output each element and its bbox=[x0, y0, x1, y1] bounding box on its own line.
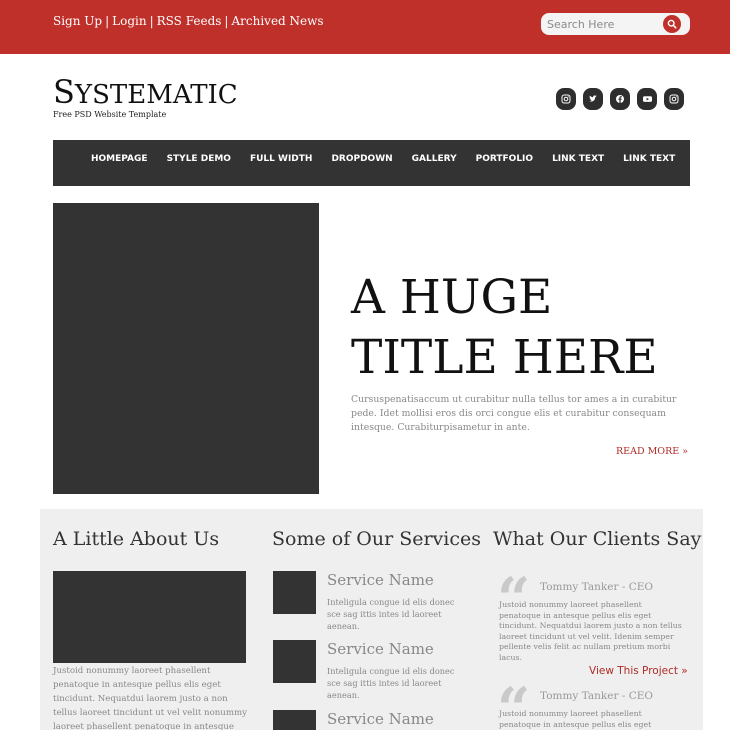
nav-item-dropdown[interactable]: DROPDOWN bbox=[331, 154, 392, 164]
signup-link[interactable]: Sign Up bbox=[53, 14, 102, 28]
search-input[interactable] bbox=[547, 16, 659, 32]
search-button[interactable] bbox=[663, 15, 681, 33]
about-image bbox=[53, 571, 246, 663]
read-more-link[interactable]: READ MORE » bbox=[616, 446, 688, 457]
link-separator: | bbox=[149, 14, 154, 28]
service-thumbnail bbox=[273, 571, 316, 614]
facebook-icon[interactable] bbox=[610, 88, 630, 110]
nav-item-link-text[interactable]: LINK TEXT bbox=[623, 154, 675, 164]
view-project-link[interactable]: View This Project » bbox=[589, 665, 688, 677]
search-icon bbox=[667, 19, 677, 29]
clients-title: What Our Clients Say bbox=[493, 528, 702, 550]
service-thumbnail bbox=[273, 640, 316, 683]
services-title: Some of Our Services bbox=[272, 528, 481, 550]
client-name: Tommy Tanker - CEO bbox=[540, 690, 654, 702]
rss-feeds-link[interactable]: RSS Feeds bbox=[157, 14, 222, 28]
nav-item-portfolio[interactable]: PORTFOLIO bbox=[476, 154, 533, 164]
about-title: A Little About Us bbox=[53, 528, 220, 550]
top-links: Sign Up | Login | RSS Feeds | Archived News bbox=[53, 14, 324, 28]
nav-item-style-demo[interactable]: STYLE DEMO bbox=[167, 154, 231, 164]
service-thumbnail bbox=[273, 710, 316, 730]
instagram-icon[interactable] bbox=[556, 88, 576, 110]
youtube-icon[interactable] bbox=[637, 88, 657, 110]
service-name[interactable]: Service Name bbox=[327, 710, 434, 728]
service-name[interactable]: Service Name bbox=[327, 571, 434, 589]
login-link[interactable]: Login bbox=[112, 14, 146, 28]
client-name: Tommy Tanker - CEO bbox=[540, 581, 654, 593]
nav-list: HOMEPAGE STYLE DEMO FULL WIDTH DROPDOWN … bbox=[91, 154, 694, 164]
hero-image bbox=[53, 203, 319, 494]
hero-title-line: TITLE HERE bbox=[351, 330, 658, 385]
main-nav: HOMEPAGE STYLE DEMO FULL WIDTH DROPDOWN … bbox=[53, 140, 690, 186]
nav-item-gallery[interactable]: GALLERY bbox=[412, 154, 457, 164]
nav-item-full-width[interactable]: FULL WIDTH bbox=[250, 154, 312, 164]
service-description: Inteligula congue id elis donec sce sag … bbox=[327, 666, 455, 700]
archived-news-link[interactable]: Archived News bbox=[231, 14, 323, 28]
hero-title: A HUGE TITLE HERE bbox=[351, 268, 691, 388]
service-description: Inteligula congue id elis donec sce sag … bbox=[327, 597, 455, 631]
nav-item-homepage[interactable]: HOMEPAGE bbox=[91, 154, 148, 164]
social-icons bbox=[556, 88, 684, 110]
service-name[interactable]: Service Name bbox=[327, 640, 434, 658]
twitter-icon[interactable] bbox=[583, 88, 603, 110]
logo-tagline: Free PSD Website Template bbox=[53, 110, 167, 119]
link-separator: | bbox=[105, 14, 110, 28]
hero-title-line: A HUGE bbox=[351, 270, 553, 325]
nav-item-link-text[interactable]: LINK TEXT bbox=[552, 154, 604, 164]
about-text: Justoid nonummy laoreet phasellent penat… bbox=[53, 666, 247, 730]
client-quote: Justoid nonummy laoreet phasellent penat… bbox=[499, 600, 682, 662]
site-logo[interactable]: SYSTEMATIC Free PSD Website Template bbox=[53, 73, 238, 119]
instagram-icon[interactable] bbox=[664, 88, 684, 110]
logo-name: SYSTEMATIC bbox=[53, 73, 238, 111]
top-bar: Sign Up | Login | RSS Feeds | Archived News bbox=[0, 0, 730, 54]
link-separator: | bbox=[224, 14, 229, 28]
search-box bbox=[541, 13, 690, 35]
hero-text: Cursuspenatisaccum ut curabitur nulla te… bbox=[351, 394, 677, 433]
client-quote: Justoid nonummy laoreet phasellent penat… bbox=[499, 709, 652, 729]
